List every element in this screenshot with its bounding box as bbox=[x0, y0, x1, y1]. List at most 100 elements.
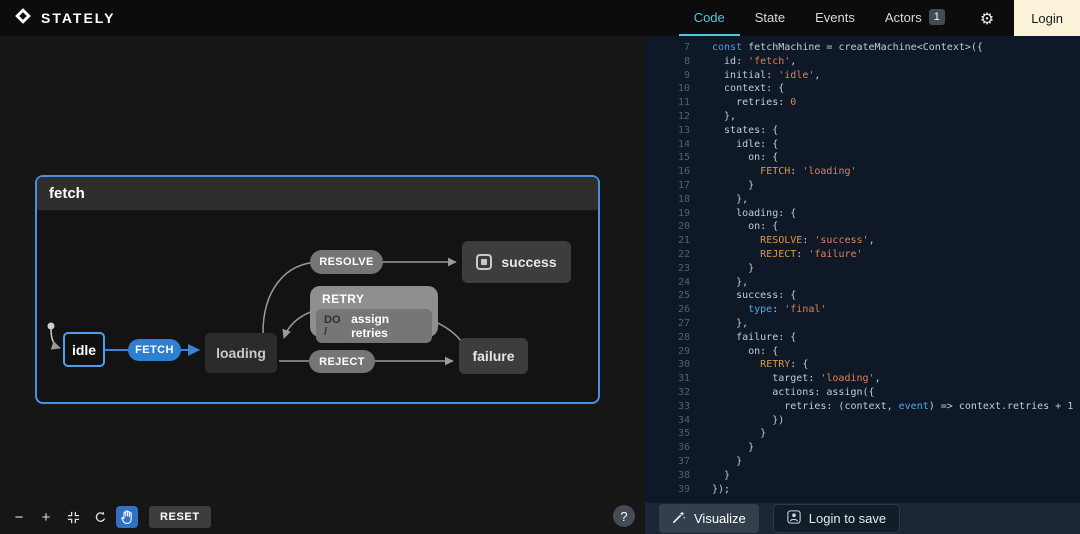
code-line[interactable]: 25 success: { bbox=[645, 289, 1080, 303]
machine-node-fetch[interactable]: fetch bbox=[35, 175, 600, 404]
visualize-button[interactable]: Visualize bbox=[659, 504, 759, 533]
top-bar: STATELY Code State Events Actors 1 ⚙ Log… bbox=[0, 0, 1080, 36]
event-box-retry[interactable]: RETRY DO / assign retries bbox=[310, 286, 438, 337]
code-line[interactable]: 15 on: { bbox=[645, 151, 1080, 165]
code-line[interactable]: 18 }, bbox=[645, 193, 1080, 207]
line-number: 36 bbox=[645, 441, 690, 455]
code-line[interactable]: 21 RESOLVE: 'success', bbox=[645, 234, 1080, 248]
code-text: }, bbox=[690, 110, 736, 124]
code-line[interactable]: 14 idle: { bbox=[645, 138, 1080, 152]
final-state-icon bbox=[476, 254, 492, 270]
code-line[interactable]: 11 retries: 0 bbox=[645, 96, 1080, 110]
diagram-canvas[interactable]: fetch bbox=[0, 36, 645, 534]
code-text: }, bbox=[690, 317, 748, 331]
login-to-save-button[interactable]: Login to save bbox=[773, 504, 900, 533]
code-text: type: 'final' bbox=[690, 303, 826, 317]
state-node-loading[interactable]: loading bbox=[205, 333, 277, 373]
code-line[interactable]: 34 }) bbox=[645, 414, 1080, 428]
code-text: RETRY: { bbox=[690, 358, 808, 372]
code-line[interactable]: 22 REJECT: 'failure' bbox=[645, 248, 1080, 262]
line-number: 15 bbox=[645, 151, 690, 165]
code-line[interactable]: 24 }, bbox=[645, 276, 1080, 290]
reset-button[interactable]: RESET bbox=[149, 506, 211, 528]
code-line[interactable]: 9 initial: 'idle', bbox=[645, 69, 1080, 83]
code-line[interactable]: 27 }, bbox=[645, 317, 1080, 331]
code-line[interactable]: 33 retries: (context, event) => context.… bbox=[645, 400, 1080, 414]
code-line[interactable]: 17 } bbox=[645, 179, 1080, 193]
code-line[interactable]: 20 on: { bbox=[645, 220, 1080, 234]
zoom-out-button[interactable]: − bbox=[8, 506, 30, 528]
retry-action-row: DO / assign retries bbox=[316, 309, 432, 343]
line-number: 31 bbox=[645, 372, 690, 386]
reset-view-button[interactable] bbox=[89, 506, 111, 528]
code-line[interactable]: 28 failure: { bbox=[645, 331, 1080, 345]
state-node-success[interactable]: success bbox=[462, 241, 571, 283]
code-text: retries: (context, event) => context.ret… bbox=[690, 400, 1073, 414]
code-text: } bbox=[690, 427, 766, 441]
help-button[interactable]: ? bbox=[613, 505, 635, 527]
fit-view-button[interactable] bbox=[62, 506, 84, 528]
code-line[interactable]: 31 target: 'loading', bbox=[645, 372, 1080, 386]
code-text: }) bbox=[690, 414, 784, 428]
line-number: 21 bbox=[645, 234, 690, 248]
code-line[interactable]: 29 on: { bbox=[645, 345, 1080, 359]
machine-header[interactable]: fetch bbox=[37, 177, 598, 211]
event-pill-fetch[interactable]: FETCH bbox=[128, 339, 181, 361]
login-button[interactable]: Login bbox=[1014, 0, 1080, 36]
editor-footer: Visualize Login to save bbox=[645, 503, 1080, 534]
line-number: 23 bbox=[645, 262, 690, 276]
pan-hand-tool-button[interactable] bbox=[116, 506, 138, 528]
settings-gear-icon[interactable]: ⚙ bbox=[960, 0, 1014, 36]
event-pill-reject[interactable]: REJECT bbox=[309, 350, 375, 373]
line-number: 28 bbox=[645, 331, 690, 345]
brand[interactable]: STATELY bbox=[0, 0, 129, 36]
code-line[interactable]: 13 states: { bbox=[645, 124, 1080, 138]
line-number: 9 bbox=[645, 69, 690, 83]
code-line[interactable]: 39}); bbox=[645, 483, 1080, 497]
line-number: 7 bbox=[645, 41, 690, 55]
code-line[interactable]: 12 }, bbox=[645, 110, 1080, 124]
login-to-save-label: Login to save bbox=[809, 511, 886, 526]
code-line[interactable]: 23 } bbox=[645, 262, 1080, 276]
code-text: FETCH: 'loading' bbox=[690, 165, 857, 179]
code-line[interactable]: 19 loading: { bbox=[645, 207, 1080, 221]
code-lines[interactable]: 7const fetchMachine = createMachine<Cont… bbox=[645, 36, 1080, 503]
code-text: RESOLVE: 'success', bbox=[690, 234, 875, 248]
zoom-in-button[interactable]: + bbox=[35, 506, 57, 528]
line-number: 24 bbox=[645, 276, 690, 290]
user-icon bbox=[787, 510, 801, 527]
code-line[interactable]: 10 context: { bbox=[645, 82, 1080, 96]
code-line[interactable]: 38 } bbox=[645, 469, 1080, 483]
tab-actors[interactable]: Actors 1 bbox=[870, 0, 960, 36]
line-number: 20 bbox=[645, 220, 690, 234]
code-line[interactable]: 32 actions: assign({ bbox=[645, 386, 1080, 400]
event-pill-resolve[interactable]: RESOLVE bbox=[310, 250, 383, 274]
code-line[interactable]: 7const fetchMachine = createMachine<Cont… bbox=[645, 41, 1080, 55]
code-line[interactable]: 30 RETRY: { bbox=[645, 358, 1080, 372]
line-number: 19 bbox=[645, 207, 690, 221]
code-text: id: 'fetch', bbox=[690, 55, 796, 69]
code-line[interactable]: 16 FETCH: 'loading' bbox=[645, 165, 1080, 179]
code-text: initial: 'idle', bbox=[690, 69, 820, 83]
retry-action-label: assign retries bbox=[351, 312, 424, 340]
code-line[interactable]: 26 type: 'final' bbox=[645, 303, 1080, 317]
line-number: 12 bbox=[645, 110, 690, 124]
code-text: success: { bbox=[690, 289, 796, 303]
code-line[interactable]: 8 id: 'fetch', bbox=[645, 55, 1080, 69]
tab-events[interactable]: Events bbox=[800, 0, 870, 36]
state-node-idle[interactable]: idle bbox=[63, 332, 105, 367]
line-number: 39 bbox=[645, 483, 690, 497]
line-number: 30 bbox=[645, 358, 690, 372]
code-line[interactable]: 35 } bbox=[645, 427, 1080, 441]
code-text: failure: { bbox=[690, 331, 796, 345]
code-line[interactable]: 37 } bbox=[645, 455, 1080, 469]
tab-state[interactable]: State bbox=[740, 0, 800, 36]
tab-code[interactable]: Code bbox=[679, 0, 740, 36]
line-number: 17 bbox=[645, 179, 690, 193]
state-node-failure[interactable]: failure bbox=[459, 338, 528, 374]
line-number: 33 bbox=[645, 400, 690, 414]
initial-arrow bbox=[51, 329, 60, 348]
code-text: } bbox=[690, 262, 754, 276]
code-line[interactable]: 36 } bbox=[645, 441, 1080, 455]
line-number: 37 bbox=[645, 455, 690, 469]
